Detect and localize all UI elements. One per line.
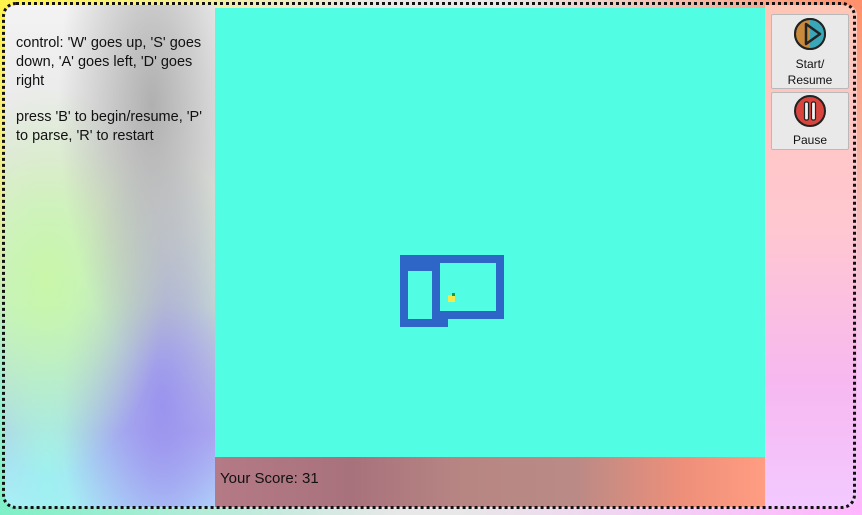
pause-label: Pause [792,133,828,147]
food-stem [452,293,455,296]
instructions: control: 'W' goes up, 'S' goes down, 'A'… [16,34,212,163]
controls-instructions: control: 'W' goes up, 'S' goes down, 'A'… [16,35,202,89]
snake-segment [424,319,432,327]
pause-icon [794,95,826,127]
snake-segment [416,263,424,271]
start-resume-button[interactable]: Start/Resume [771,14,849,89]
snake-segment [496,303,504,311]
snake-segment [480,311,488,319]
snake-segment [432,287,440,295]
snake-segment [456,311,464,319]
snake-segment [400,303,408,311]
snake-segment [400,263,408,271]
snake-segment [472,311,480,319]
left-panel: control: 'W' goes up, 'S' goes down, 'A'… [5,5,215,507]
snake-segment [400,295,408,303]
snake-segment [432,263,440,271]
snake-segment [408,263,416,271]
snake-segment [400,255,408,263]
snake-segment [424,263,432,271]
snake-segment [400,311,408,319]
snake-segment [440,311,448,319]
snake-segment [432,303,440,311]
snake-segment [408,319,416,327]
snake-segment [432,271,440,279]
snake-segment [448,311,456,319]
game-board[interactable] [215,8,765,457]
snake-segment [464,255,472,263]
pause-button[interactable]: Pause [771,92,849,150]
snake-segment [480,255,488,263]
snake-segment [432,255,440,263]
snake-segment [440,255,448,263]
keys-instructions: press 'B' to begin/resume, 'P' to parse,… [16,109,202,144]
snake-segment [432,295,440,303]
play-icon [794,18,826,50]
snake-segment [496,279,504,287]
snake-segment [496,311,504,319]
snake-segment [400,287,408,295]
snake-segment [448,255,456,263]
snake-segment [464,311,472,319]
snake-segment [496,263,504,271]
snake-segment [496,295,504,303]
snake-segment [424,255,432,263]
snake-segment [432,279,440,287]
start-resume-label: Start/Resume [787,57,833,87]
snake-segment [488,311,496,319]
snake-segment [432,319,440,327]
snake-segment [456,255,464,263]
snake-segment [400,271,408,279]
snake-segment [400,319,408,327]
score-display: Your Score: 31 [220,470,319,487]
snake-segment [496,287,504,295]
snake-segment [472,255,480,263]
snake-segment [496,271,504,279]
snake-segment [440,319,448,327]
snake-segment [432,311,440,319]
snake-segment [416,255,424,263]
food-item [448,293,455,302]
snake-segment [408,255,416,263]
snake-segment [400,279,408,287]
right-panel: Start/Resume Pause [765,5,857,507]
score-bar: Your Score: 31 [215,457,765,507]
snake-segment [416,319,424,327]
snake-segment [488,255,496,263]
snake-segment [496,255,504,263]
